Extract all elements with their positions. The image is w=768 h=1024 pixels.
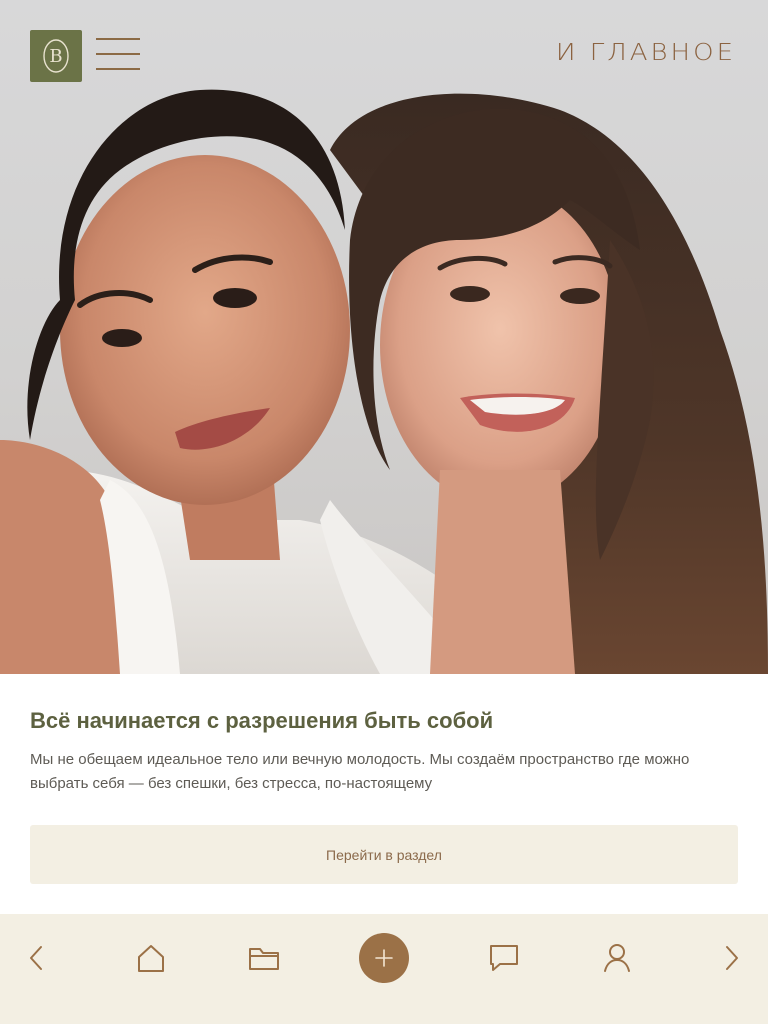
menu-button[interactable] [96,38,140,72]
logo[interactable]: В [30,30,82,82]
brand-wordmark[interactable]: И ГЛАВНОЕ [556,40,736,67]
chat-icon [490,945,518,971]
home-icon [138,945,164,972]
hero-section: В И ГЛАВНОЕ [0,0,768,674]
menu-line-icon [96,68,140,70]
add-button[interactable] [356,930,412,986]
plus-icon [375,949,393,967]
menu-line-icon [96,53,140,55]
chat-button[interactable] [476,930,532,986]
user-icon [604,944,630,972]
page-title: Всё начинается с разрешения быть собой [30,708,494,733]
logo-letter: В [49,46,62,67]
folder-icon [249,948,279,970]
back-button[interactable] [9,930,65,986]
menu-line-icon [96,38,140,40]
go-to-section-button[interactable]: Перейти в раздел [30,825,738,884]
chevron-left-icon [30,946,42,970]
hero-photo [0,89,768,674]
folder-button[interactable] [236,930,292,986]
forward-button[interactable] [703,930,759,986]
add-circle [359,933,409,983]
logo-mark-icon: В [43,39,69,73]
home-button[interactable] [123,930,179,986]
bottom-navigation [0,914,768,1024]
intro-section: Всё начинается с разрешения быть собой М… [0,674,768,914]
intro-text: Мы не обещаем идеальное тело или вечную … [30,751,690,792]
chevron-right-icon [726,946,738,970]
profile-button[interactable] [589,930,645,986]
